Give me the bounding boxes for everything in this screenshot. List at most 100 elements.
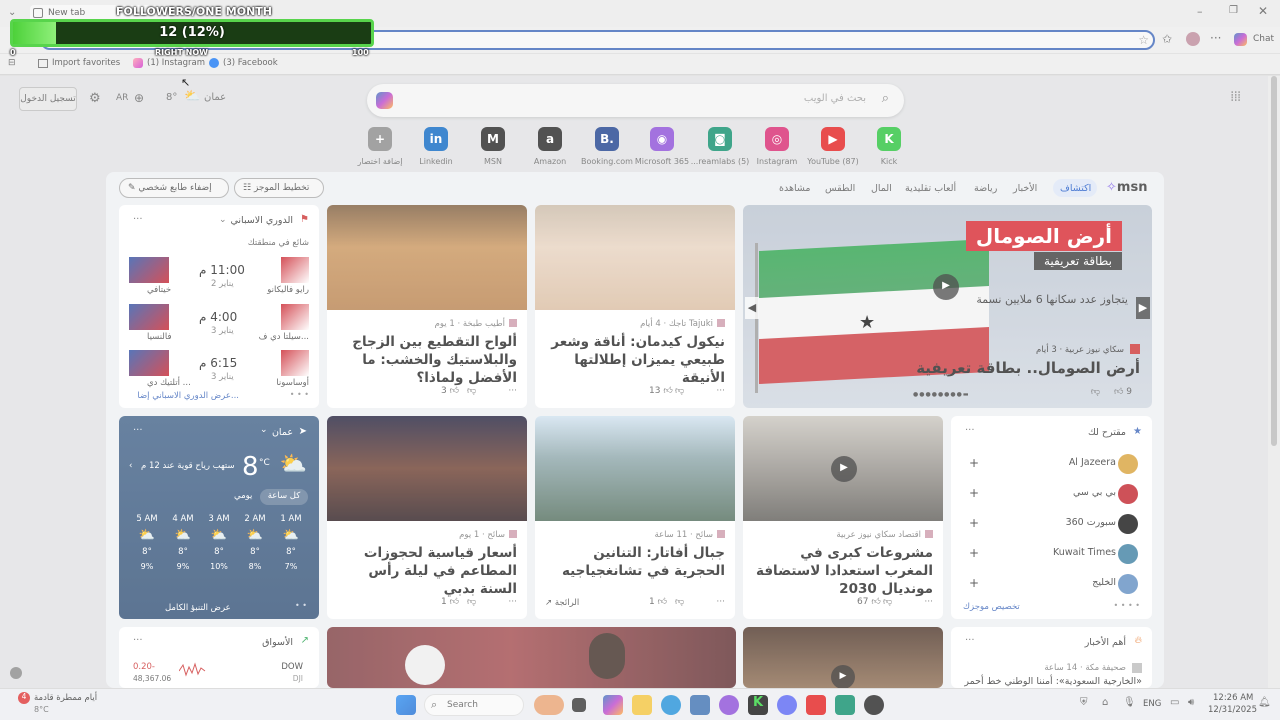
copilot-app-icon[interactable] xyxy=(603,695,623,715)
match-row[interactable]: أوساسونا أتلتيك دي ... 6:15 م 3 يناير xyxy=(119,350,319,390)
feed-layout-button[interactable]: ☷ تخطيط الموجز xyxy=(234,178,324,198)
clock-time[interactable]: 12:26 AM xyxy=(1213,693,1253,703)
suggested-publisher[interactable]: + سبورت 360 xyxy=(951,514,1152,538)
article-headline[interactable]: نيكول كيدمان: أناقة وشعر طبيعي يميزان إط… xyxy=(541,333,725,387)
kick-app-icon[interactable]: K xyxy=(748,695,768,715)
more-options-icon[interactable]: ··· xyxy=(924,597,933,607)
play-icon[interactable]: ▶ xyxy=(831,665,855,688)
input-language[interactable]: ENG xyxy=(1143,699,1161,709)
article-card[interactable]: سائح · 1 يوم أسعار قياسية لحجوزات المطاعم… xyxy=(327,416,527,619)
add-icon[interactable]: + xyxy=(969,516,979,530)
add-icon[interactable]: + xyxy=(969,456,979,470)
hero-source[interactable]: سكاي نيوز عربية · 3 أيام xyxy=(1036,345,1124,355)
sidebar-icon[interactable]: ⊟ xyxy=(8,58,16,68)
bookmark-import-favorites[interactable]: Import favorites xyxy=(52,58,120,68)
chevron-left-icon[interactable]: ‹ xyxy=(129,461,132,471)
windows-start-icon[interactable] xyxy=(396,695,416,715)
article-card[interactable]: Tajuki تاجك · 4 أيام نيكول كيدمان: أناقة … xyxy=(535,205,735,408)
league-title[interactable]: الدوري الاسباني xyxy=(231,215,294,226)
more-options-icon[interactable]: ··· xyxy=(716,386,725,396)
top-site-tile[interactable]: in Linkedin xyxy=(416,127,456,166)
favorite-star-icon[interactable]: ☆ xyxy=(1138,33,1149,47)
minimize-button[interactable]: – xyxy=(1197,5,1203,18)
widgets-icon[interactable] xyxy=(534,695,564,715)
task-view-icon[interactable] xyxy=(572,698,586,712)
dislike-icon[interactable]: 👎︎ xyxy=(675,597,684,607)
add-icon[interactable]: + xyxy=(969,576,979,590)
like-button[interactable]: 67 👍︎ xyxy=(857,597,881,607)
feedback-icon[interactable] xyxy=(10,667,22,679)
bookmark-facebook[interactable]: (3) Facebook xyxy=(223,58,278,68)
tab-money[interactable]: المال xyxy=(871,183,892,194)
add-icon[interactable]: + xyxy=(969,546,979,560)
dislike-icon[interactable]: 👎︎ xyxy=(467,386,476,396)
msn-logo[interactable]: ✧msn xyxy=(1106,180,1147,195)
top-site-tile[interactable]: K Kick xyxy=(869,127,909,166)
suggested-publisher[interactable]: + بي بي سي xyxy=(951,484,1152,508)
page-scrollbar[interactable] xyxy=(1268,76,1280,688)
scrollbar-thumb[interactable] xyxy=(1271,76,1277,446)
match-row[interactable]: سيلتا دي ف... فالنسيا 4:00 م 3 يناير xyxy=(119,304,319,344)
article-card[interactable]: سائح · 11 ساعة جبال أفاتار: التنانين الحج… xyxy=(535,416,735,619)
taskbar-search[interactable]: ⌕ Search xyxy=(424,694,524,716)
daily-toggle[interactable]: يومي xyxy=(234,491,252,501)
like-button[interactable]: 3 👍︎ xyxy=(441,386,459,396)
article-headline[interactable]: جبال أفاتار: التنانين الحجرية في تشانغجي… xyxy=(541,544,725,580)
more-menu-icon[interactable]: ··· xyxy=(1210,31,1221,45)
hero-card[interactable]: ★ أرض الصومال بطاقة تعريفية ▶ يتجاوز عدد… xyxy=(743,205,1152,408)
more-options-icon[interactable]: ··· xyxy=(508,597,517,607)
network-icon[interactable]: ▭ xyxy=(1170,697,1179,708)
tab-weather[interactable]: الطقس xyxy=(825,183,855,194)
top-site-tile[interactable]: ▶ YouTube (87) xyxy=(807,127,859,166)
hourly-toggle[interactable]: كل ساعة xyxy=(260,489,308,505)
profile-avatar[interactable] xyxy=(1186,32,1200,46)
copilot-icon[interactable] xyxy=(1234,33,1247,46)
store-icon[interactable] xyxy=(690,695,710,715)
microphone-icon[interactable]: 🎙︎ xyxy=(1123,697,1136,708)
tray-icon[interactable]: ⛨ xyxy=(1080,697,1088,708)
markets-title[interactable]: الأسواق xyxy=(262,637,293,648)
video-card[interactable]: ▶ xyxy=(743,627,943,688)
more-options-icon[interactable]: ··· xyxy=(508,386,517,396)
weather-footer-link[interactable]: عرض التنبؤ الكامل xyxy=(165,603,231,613)
more-options-icon[interactable]: ··· xyxy=(716,597,725,607)
dislike-icon[interactable]: 👎︎ xyxy=(675,386,684,396)
maximize-button[interactable]: ❐ xyxy=(1229,5,1238,16)
suggested-publisher[interactable]: + Al Jazeera xyxy=(951,454,1152,478)
more-options-icon[interactable]: ··· xyxy=(133,635,143,646)
bookmark-instagram[interactable]: (1) Instagram xyxy=(147,58,205,68)
top-site-tile[interactable]: ◙ ...reamlabs (5) xyxy=(691,127,749,166)
weather-city[interactable]: عمان xyxy=(204,92,226,103)
close-button[interactable]: ✕ xyxy=(1258,4,1268,18)
hero-headline[interactable]: أرض الصومال.. بطاقة تعريفية xyxy=(916,359,1140,377)
volume-icon[interactable]: 🔊︎ xyxy=(1188,697,1194,708)
tray-icon[interactable]: ⌂ xyxy=(1102,697,1108,708)
like-button[interactable]: 13 👍︎ xyxy=(649,386,673,396)
match-row[interactable]: رايو فاليكانو خيتافي 11:00 م 2 يناير xyxy=(119,257,319,297)
like-button[interactable]: 1 👍︎ xyxy=(441,597,459,607)
tab-watch[interactable]: مشاهدة xyxy=(779,183,810,194)
suggested-publisher[interactable]: + Kuwait Times xyxy=(951,544,1152,568)
article-source[interactable]: سائح · 11 ساعة xyxy=(654,530,713,540)
app-icon[interactable] xyxy=(719,695,739,715)
article-source[interactable]: أطيب طبخة · 1 يوم xyxy=(435,319,505,329)
settings-gear-icon[interactable]: ⚙ xyxy=(89,91,101,106)
top-news-title[interactable]: أهم الأخبار xyxy=(1085,637,1126,648)
chevron-down-icon[interactable]: ⌄ xyxy=(260,425,268,435)
app-icon-2[interactable] xyxy=(864,695,884,715)
carousel-prev-button[interactable]: ◀ xyxy=(745,297,759,319)
more-options-icon[interactable]: ··· xyxy=(133,214,143,225)
clock-date[interactable]: 12/31/2025 xyxy=(1208,705,1257,715)
article-card[interactable]: أطيب طبخة · 1 يوم ألواح التقطيع بين الزجا… xyxy=(327,205,527,408)
youtube-app-icon[interactable] xyxy=(806,695,826,715)
tab-menu-icon[interactable]: ⌄ xyxy=(8,7,16,18)
league-footer-link[interactable]: عرض الدوري الاسباني إضا... xyxy=(137,391,239,401)
apps-grid-icon[interactable]: ⁞⁞⁞ xyxy=(1230,89,1241,105)
tab-news[interactable]: الأخبار xyxy=(1013,183,1037,194)
dislike-icon[interactable]: 👎︎ xyxy=(883,597,892,607)
login-button[interactable]: تسجيل الدخول xyxy=(19,87,77,111)
taskbar-weather-text[interactable]: أيام ممطرة قادمة xyxy=(34,693,97,703)
trending-tag[interactable]: ↗ الرائجة xyxy=(545,598,579,608)
carousel-next-button[interactable]: ▶ xyxy=(1136,297,1150,319)
weather-card-city[interactable]: عمان xyxy=(272,427,293,438)
